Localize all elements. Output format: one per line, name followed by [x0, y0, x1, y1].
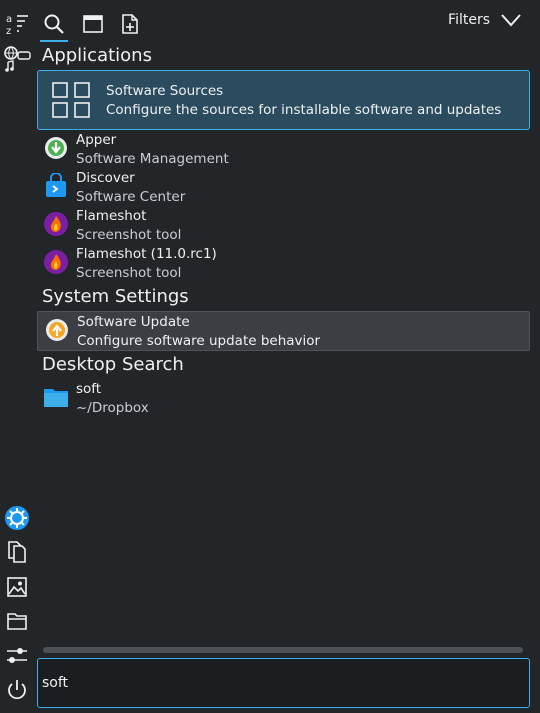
result-discover[interactable]: Discover Software Center	[37, 168, 528, 206]
result-title: Discover	[76, 170, 135, 186]
result-title: Flameshot	[76, 208, 147, 224]
result-software-update[interactable]: Software Update Configure software updat…	[37, 311, 530, 351]
result-flameshot-rc[interactable]: Flameshot (11.0.rc1) Screenshot tool	[37, 244, 528, 282]
sidebar: a z	[0, 0, 34, 713]
result-title: soft	[76, 381, 102, 397]
kde-button[interactable]	[3, 504, 31, 532]
sliders-icon	[7, 648, 27, 663]
folder-icon	[44, 389, 68, 407]
result-subtitle: Software Center	[76, 189, 186, 205]
folder-icon	[7, 613, 27, 630]
result-title: Software Sources	[106, 83, 224, 99]
svg-text:z: z	[6, 26, 11, 36]
result-software-sources[interactable]: Software Sources Configure the sources f…	[37, 70, 530, 130]
section-applications: Applications	[42, 45, 152, 66]
image-icon	[7, 577, 27, 597]
discover-icon	[46, 173, 66, 197]
result-soft-folder[interactable]: soft ~/Dropbox	[37, 379, 528, 417]
sort-az-button[interactable]: a z	[3, 10, 31, 38]
filters-label: Filters	[448, 12, 490, 28]
filters-button[interactable]: Filters	[448, 12, 522, 28]
power-icon	[8, 680, 26, 700]
section-desktop-search: Desktop Search	[42, 354, 184, 375]
window-tab[interactable]	[77, 8, 109, 40]
result-flameshot[interactable]: Flameshot Screenshot tool	[37, 206, 528, 244]
result-subtitle: Configure the sources for installable so…	[106, 102, 502, 118]
result-subtitle: Configure software update behavior	[77, 333, 321, 349]
window-icon	[83, 15, 103, 33]
result-apper[interactable]: Apper Software Management	[37, 130, 528, 168]
apper-icon	[45, 137, 67, 159]
folders-button[interactable]	[3, 607, 31, 635]
new-document-icon	[122, 14, 138, 34]
settings-button[interactable]	[3, 641, 31, 669]
kde-gear-icon	[5, 506, 29, 530]
software-update-icon	[46, 319, 68, 341]
new-document-tab[interactable]	[114, 8, 146, 40]
categories-button[interactable]	[2, 44, 32, 74]
result-subtitle: Screenshot tool	[76, 227, 182, 243]
result-title: Flameshot (11.0.rc1)	[76, 246, 217, 262]
top-bar: Filters	[0, 0, 540, 44]
search-tab[interactable]	[38, 8, 70, 42]
svg-text:a: a	[6, 14, 12, 25]
search-icon	[44, 14, 64, 34]
flameshot-icon	[44, 250, 68, 274]
result-title: Apper	[76, 132, 117, 148]
search-input[interactable]	[37, 658, 530, 708]
result-subtitle: Software Management	[76, 151, 229, 167]
pictures-button[interactable]	[3, 573, 31, 601]
sort-alphabetical-icon: a z	[6, 14, 28, 36]
documents-icon	[8, 541, 26, 563]
section-system-settings: System Settings	[42, 286, 189, 307]
result-subtitle: Screenshot tool	[76, 265, 182, 281]
categories-icon	[4, 46, 31, 72]
chevron-down-icon	[501, 14, 521, 27]
result-subtitle: ~/Dropbox	[76, 400, 149, 416]
power-button[interactable]	[3, 676, 31, 704]
flameshot-icon	[44, 212, 68, 236]
result-title: Software Update	[77, 314, 190, 330]
horizontal-scrollbar[interactable]	[43, 647, 523, 653]
documents-button[interactable]	[3, 538, 31, 566]
software-sources-icon	[52, 82, 90, 118]
